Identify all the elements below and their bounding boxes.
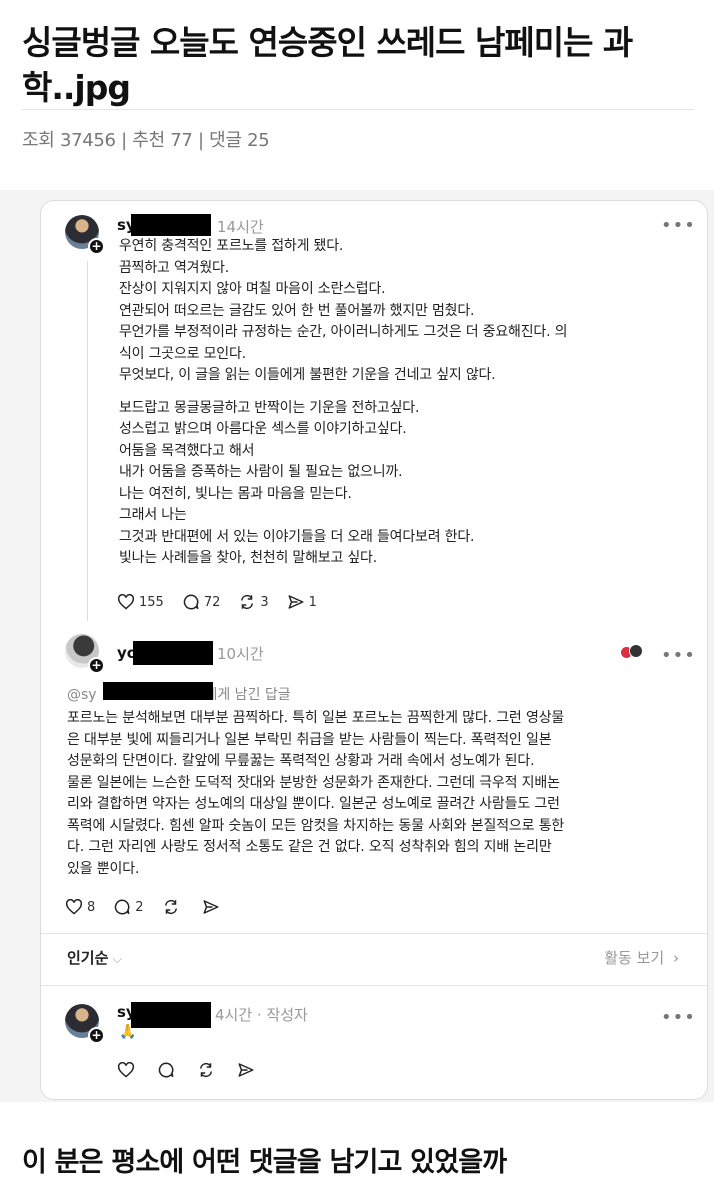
activity-link[interactable]: 활동 보기 › [604, 947, 679, 968]
screenshot-area: + sy 14시간 ••• 우연히 충격적인 포르노를 접하게 됐다. 끔찍하고… [0, 190, 714, 1102]
comment-count: 2 [135, 899, 144, 915]
reply-line: 성문화의 단면이다. 칼앞에 무릎꿇는 폭력적인 상황과 거래 속에서 성노예가… [67, 753, 535, 769]
small-avatars [621, 644, 645, 660]
repost-icon [164, 899, 177, 915]
thread-line [87, 261, 88, 621]
post-line: 나는 여전히, 빛나는 몸과 마음을 믿는다. [119, 485, 352, 502]
post-line: 빛나는 사례들을 찾아, 천천히 말해보고 싶다. [119, 550, 377, 566]
reply-line: 포르노는 분석해보면 대부분 끔찍하다. 특히 일본 포르노는 끔찍한게 많다.… [67, 710, 565, 726]
share-count: 1 [308, 594, 317, 610]
heart-icon [117, 594, 135, 610]
divider [41, 933, 707, 934]
post-line: 그것과 반대편에 서 있는 이야기들을 더 오래 들여다보려 한다. [119, 528, 475, 545]
share-button[interactable] [237, 1061, 259, 1079]
post-line: 끔찍하고 역겨웠다. [119, 259, 229, 276]
post-line: 우연히 충격적인 포르노를 접하게 됐다. [119, 238, 344, 254]
redaction-bar [103, 682, 213, 700]
reply-time: 10시간 [217, 645, 264, 663]
post-line: 무언가를 부정적이라 규정하는 순간, 아이러니하게도 그것은 더 중요해진다.… [119, 324, 568, 340]
share-button[interactable]: 1 [287, 593, 317, 611]
repost-button[interactable]: 3 [238, 593, 269, 611]
chevron-right-icon: › [673, 949, 679, 967]
more-icon[interactable]: ••• [661, 647, 696, 665]
reply-line: 리와 결합하면 약자는 성노예의 대상일 뿐이다. 일본군 성노예로 끌려간 사… [67, 796, 560, 812]
post-line: 연관되어 떠오르는 글감도 있어 한 번 풀어볼까 했지만 멈췄다. [119, 302, 475, 319]
repost-icon [200, 1062, 212, 1078]
post-line: 성스럽고 밝으며 아름다운 섹스를 이야기하고싶다. [119, 421, 407, 437]
more-icon[interactable]: ••• [661, 217, 696, 235]
sort-dropdown[interactable]: 인기순 ⌵ [67, 947, 122, 968]
post-line: 보드랍고 몽글몽글하고 반짝이는 기운을 전하고싶다. [119, 399, 420, 416]
post-line: 무엇보다, 이 글을 읽는 이들에게 불편한 기운을 건네고 싶지 않다. [119, 367, 496, 383]
post-line: 잔상이 지워지지 않아 며칠 마음이 소란스럽다. [119, 281, 386, 297]
reply-actions: 8 2 [65, 898, 242, 916]
heart-icon [117, 1062, 135, 1078]
repost-icon [241, 594, 254, 610]
redaction-bar [131, 1002, 211, 1028]
post-title: 싱글벙글 오늘도 연승중인 쓰레드 남페미는 과학..jpg [22, 23, 633, 107]
author-reply-actions [117, 1061, 277, 1079]
follow-plus-icon[interactable]: + [88, 657, 105, 674]
comment-button[interactable]: 2 [113, 898, 144, 916]
comment-count: 72 [203, 594, 221, 610]
post-actions: 155 72 3 1 [117, 593, 335, 611]
like-count: 8 [87, 899, 96, 915]
redaction-bar [133, 641, 213, 665]
post-body: 우연히 충격적인 포르노를 접하게 됐다. 끔찍하고 역겨웠다. 잔상이 지워지… [119, 236, 567, 570]
repost-count: 3 [260, 594, 269, 610]
reply-line: 있을 뿐이다. [67, 860, 140, 877]
activity-label: 활동 보기 [604, 949, 665, 967]
heart-icon [65, 899, 83, 915]
divider [41, 985, 707, 986]
author-reply-time: 4시간 · 작성자 [215, 1006, 308, 1024]
post-time: 14시간 [217, 218, 264, 236]
comment-icon [115, 899, 130, 915]
pray-emoji: 🙏 [119, 1024, 137, 1040]
comment-icon [158, 1062, 174, 1078]
reply-line: 폭력에 시달렸다. 힘센 알파 숫놈이 모든 암컷을 차지하는 동물 사회와 본… [67, 817, 565, 834]
comment-icon [183, 594, 199, 610]
share-icon [238, 1063, 254, 1077]
repost-button[interactable] [197, 1061, 219, 1079]
comment-button[interactable] [157, 1061, 179, 1079]
follow-plus-icon[interactable]: + [88, 1027, 105, 1044]
like-button[interactable]: 155 [117, 594, 164, 610]
redaction-bar [131, 214, 211, 236]
post-caption: 이 분은 평소에 어떤 댓글을 남기고 있었을까 [22, 1147, 507, 1178]
threads-card: + sy 14시간 ••• 우연히 충격적인 포르노를 접하게 됐다. 끔찍하고… [40, 200, 708, 1100]
post-line: 그래서 나는 [119, 507, 187, 523]
post-line: 식이 그곳으로 모인다. [119, 345, 246, 362]
title-divider [22, 109, 694, 110]
reply-line: 다. 그런 자리엔 사랑도 정서적 소통도 같은 건 없다. 오직 성착취와 힘… [67, 839, 552, 855]
post-line: 어둠을 목격했다고 해서 [119, 442, 255, 459]
share-icon [288, 595, 304, 609]
reply-line: 은 대부분 빛에 찌들리거나 일본 부락민 취급을 받는 사람들이 찍는다. 폭… [67, 731, 552, 748]
post-line: 내가 어둠을 증폭하는 사람이 될 필요는 없으니까. [119, 464, 403, 480]
reply-to-handle[interactable]: @sy [67, 687, 97, 703]
reply-body: 포르노는 분석해보면 대부분 끔찍하다. 특히 일본 포르노는 끔찍한게 많다.… [67, 708, 564, 880]
reply-line: 물론 일본에는 느슨한 도덕적 잣대와 분방한 성문화가 존재한다. 그런데 극… [67, 774, 560, 791]
share-icon [203, 900, 219, 914]
repost-button[interactable] [162, 898, 184, 916]
like-button[interactable] [117, 1062, 139, 1078]
sort-label: 인기순 [67, 949, 109, 967]
like-count: 155 [139, 594, 164, 610]
share-button[interactable] [202, 898, 224, 916]
like-button[interactable]: 8 [65, 899, 95, 915]
more-icon[interactable]: ••• [661, 1009, 696, 1027]
follow-plus-icon[interactable]: + [88, 238, 105, 255]
post-meta: 조회 37456 | 추천 77 | 댓글 25 [22, 130, 270, 151]
chevron-down-icon: ⌵ [112, 952, 123, 967]
comment-button[interactable]: 72 [182, 593, 221, 611]
